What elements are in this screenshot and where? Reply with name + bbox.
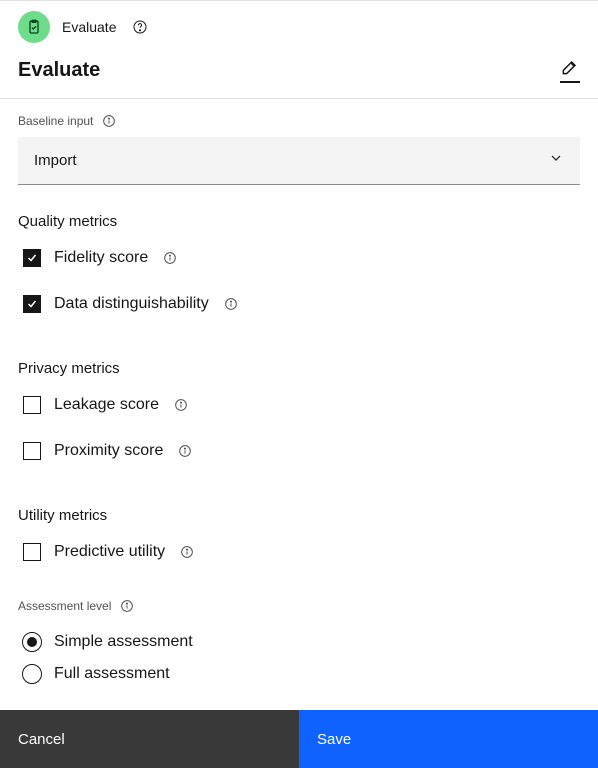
assessment-level-radiogroup: Simple assessment Full assessment: [18, 622, 580, 690]
radio-selected-icon: [22, 632, 42, 652]
edit-button[interactable]: [560, 57, 580, 83]
info-icon[interactable]: [101, 113, 117, 129]
full-assessment-option[interactable]: Full assessment: [18, 658, 580, 690]
info-icon[interactable]: [179, 544, 195, 560]
evaluate-icon: [18, 11, 50, 43]
proximity-score-option[interactable]: Proximity score: [18, 433, 580, 479]
radio-unselected-icon: [22, 664, 42, 684]
checkbox-unchecked-icon: [23, 543, 41, 561]
utility-metrics-heading: Utility metrics: [18, 479, 580, 534]
checkbox-unchecked-icon: [23, 396, 41, 414]
assessment-level-label: Assessment level: [18, 580, 580, 622]
leakage-score-option[interactable]: Leakage score: [18, 387, 580, 433]
baseline-input-select[interactable]: Import: [18, 137, 580, 185]
checkbox-checked-icon: [23, 249, 41, 267]
checkbox-unchecked-icon: [23, 442, 41, 460]
breadcrumb-label: Evaluate: [62, 19, 116, 35]
select-value: Import: [34, 152, 77, 169]
data-distinguishability-option[interactable]: Data distinguishability: [18, 286, 580, 332]
edit-icon: [560, 57, 580, 77]
page-title: Evaluate: [18, 59, 100, 82]
info-icon[interactable]: [173, 397, 189, 413]
privacy-metrics-heading: Privacy metrics: [18, 332, 580, 387]
predictive-utility-option[interactable]: Predictive utility: [18, 534, 580, 580]
info-icon[interactable]: [162, 250, 178, 266]
cancel-button[interactable]: Cancel: [0, 710, 299, 768]
info-icon[interactable]: [119, 598, 135, 614]
help-icon[interactable]: [132, 19, 148, 35]
info-icon[interactable]: [223, 296, 239, 312]
breadcrumb: Evaluate: [0, 1, 598, 51]
baseline-input-label: Baseline input: [18, 99, 580, 137]
simple-assessment-option[interactable]: Simple assessment: [18, 626, 580, 658]
chevron-down-icon: [548, 150, 564, 171]
quality-metrics-heading: Quality metrics: [18, 185, 580, 240]
info-icon[interactable]: [177, 443, 193, 459]
footer: Cancel Save: [0, 710, 598, 768]
save-button[interactable]: Save: [299, 710, 598, 768]
fidelity-score-option[interactable]: Fidelity score: [18, 240, 580, 286]
checkbox-checked-icon: [23, 295, 41, 313]
